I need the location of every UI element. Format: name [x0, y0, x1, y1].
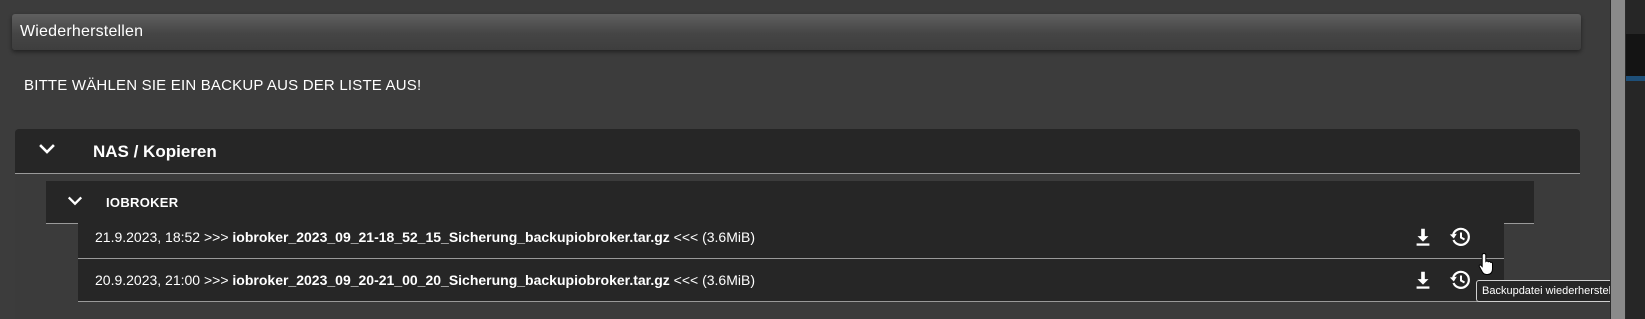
arrow-open: >>> [204, 229, 229, 245]
restore-history-icon[interactable] [1448, 225, 1472, 249]
download-icon[interactable] [1412, 269, 1434, 291]
adjacent-panel-accent [1626, 76, 1645, 81]
group-label: NAS / Kopieren [93, 142, 217, 161]
select-backup-prompt: BITTE WÄHLEN SIE EIN BACKUP AUS DER LIST… [24, 77, 422, 94]
main-area: Wiederherstellen BITTE WÄHLEN SIE EIN BA… [0, 0, 1632, 319]
arrow-open: >>> [204, 272, 229, 288]
download-icon[interactable] [1412, 226, 1434, 248]
tooltip: Backupdatei wiederherstellen [1476, 280, 1632, 302]
subgroup-label: IOBROKER [106, 195, 179, 210]
backup-filename: iobroker_2023_09_20-21_00_20_Sicherung_b… [232, 272, 670, 288]
section-title: Wiederherstellen [20, 23, 144, 40]
backup-file-text: 20.9.2023, 21:00 >>> iobroker_2023_09_20… [95, 272, 755, 288]
group-header-nas[interactable]: NAS / Kopieren [15, 129, 1580, 174]
adjacent-panel-header [1626, 34, 1645, 76]
backup-date: 21.9.2023, 18:52 [95, 229, 201, 245]
backup-size: (3.6MiB) [702, 229, 755, 245]
chevron-down-icon [67, 196, 83, 206]
section-header: Wiederherstellen [12, 14, 1581, 50]
hand-pointer-cursor-icon [1478, 252, 1493, 275]
backup-filename: iobroker_2023_09_21-18_52_15_Sicherung_b… [232, 229, 670, 245]
adjacent-panel-edge [1626, 0, 1645, 319]
arrow-close: <<< [673, 272, 699, 288]
backup-size: (3.6MiB) [702, 272, 755, 288]
backup-date: 20.9.2023, 21:00 [95, 272, 201, 288]
backup-file-row[interactable]: 21.9.2023, 18:52 >>> iobroker_2023_09_21… [78, 216, 1504, 259]
chevron-down-icon [39, 144, 55, 154]
scrollbar-thumb[interactable] [1611, 0, 1625, 319]
arrow-close: <<< [673, 229, 699, 245]
backup-file-text: 21.9.2023, 18:52 >>> iobroker_2023_09_21… [95, 229, 755, 245]
restore-history-icon[interactable] [1448, 268, 1472, 292]
backup-file-row[interactable]: 20.9.2023, 21:00 >>> iobroker_2023_09_20… [78, 259, 1504, 302]
